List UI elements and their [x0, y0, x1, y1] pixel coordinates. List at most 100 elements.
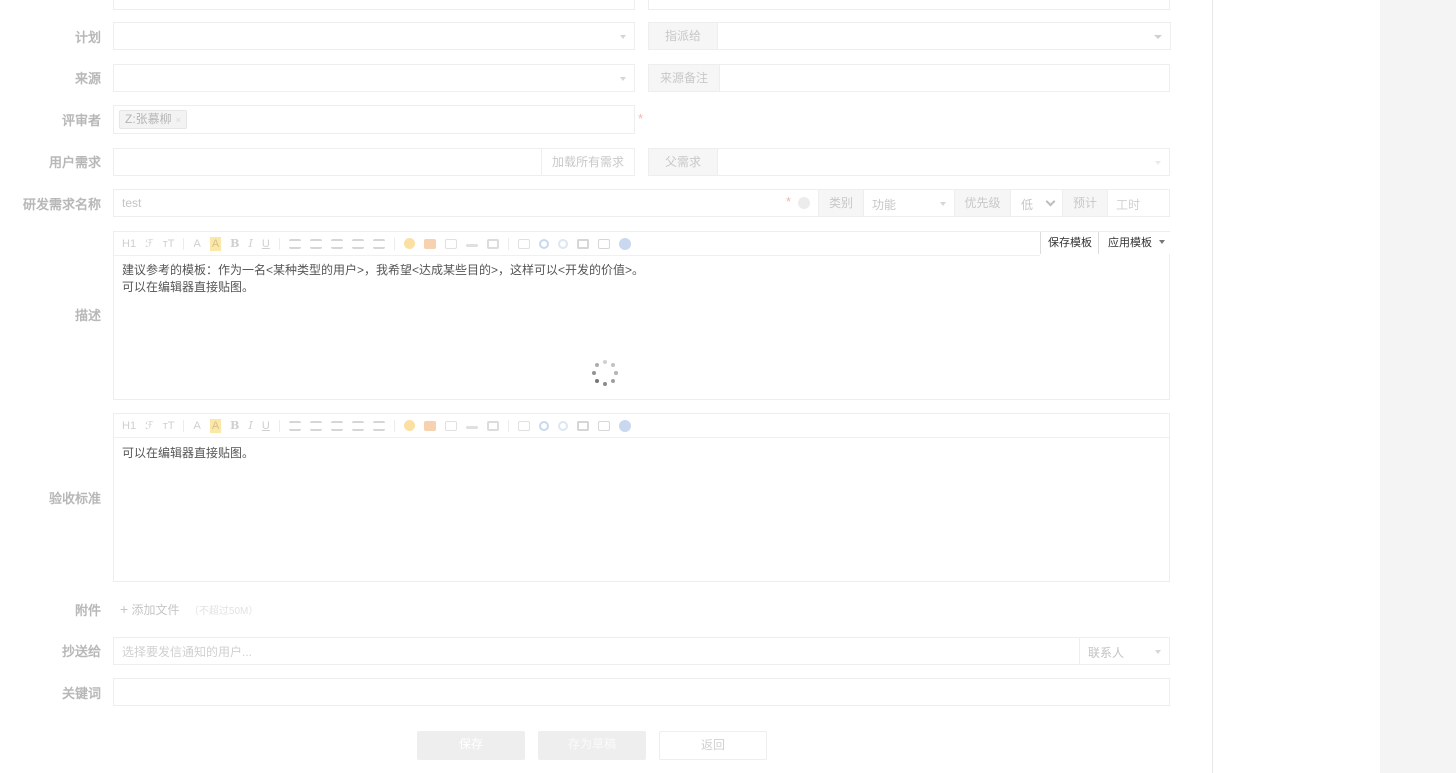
- font-family-button[interactable]: ℱ: [145, 232, 154, 256]
- italic-button[interactable]: I: [248, 414, 252, 438]
- cc-label: 抄送给: [61, 644, 101, 659]
- undo-icon[interactable]: [538, 238, 549, 249]
- description-editor[interactable]: [113, 231, 1170, 400]
- toolbar-divider: [183, 237, 185, 250]
- align-left-icon[interactable]: [288, 420, 301, 431]
- estimate-input[interactable]: 工时: [1107, 189, 1170, 217]
- redo-icon[interactable]: [557, 238, 568, 249]
- close-icon[interactable]: ×: [176, 115, 181, 125]
- table-icon[interactable]: [486, 238, 499, 249]
- spinner-dot: [595, 379, 599, 383]
- font-color-button[interactable]: A: [193, 414, 200, 438]
- template-icon[interactable]: [597, 238, 610, 249]
- top-clipped-field[interactable]: [113, 0, 635, 10]
- code-icon[interactable]: [444, 238, 457, 249]
- unordered-list-icon[interactable]: [372, 420, 385, 431]
- parent-story-select[interactable]: [717, 148, 1170, 176]
- emoji-icon[interactable]: [403, 238, 415, 249]
- assign-to-label: 指派给: [648, 22, 718, 50]
- back-button[interactable]: 返回: [659, 731, 767, 760]
- underline-button[interactable]: U: [262, 414, 270, 438]
- attachment-label: 附件: [74, 603, 101, 618]
- color-picker-icon[interactable]: [798, 197, 810, 209]
- template-icon[interactable]: [597, 420, 610, 431]
- toolbar-divider: [393, 237, 395, 250]
- help-icon[interactable]: [618, 237, 631, 250]
- description-line-2: 可以在编辑器直接贴图。: [122, 280, 255, 294]
- redo-icon[interactable]: [557, 420, 568, 431]
- ordered-list-icon[interactable]: [351, 420, 364, 431]
- ordered-list-icon[interactable]: [351, 238, 364, 249]
- acceptance-line-1: 可以在编辑器直接贴图。: [122, 446, 255, 460]
- undo-icon[interactable]: [538, 420, 549, 431]
- table-icon[interactable]: [486, 420, 499, 431]
- align-center-icon[interactable]: [309, 238, 322, 249]
- category-select[interactable]: 功能: [863, 189, 955, 217]
- plan-select[interactable]: [113, 22, 635, 50]
- eraser-icon[interactable]: [517, 238, 530, 249]
- align-right-icon[interactable]: [330, 238, 343, 249]
- caret-down-icon: [1155, 161, 1161, 165]
- emoji-icon[interactable]: [403, 420, 415, 431]
- parent-story-label: 父需求: [648, 148, 718, 176]
- font-size-button[interactable]: тT: [163, 232, 175, 256]
- code-icon[interactable]: [444, 420, 457, 431]
- apply-template-button[interactable]: 应用模板: [1102, 232, 1172, 254]
- save-template-button[interactable]: 保存模板: [1042, 232, 1098, 254]
- keywords-input[interactable]: [113, 678, 1170, 706]
- image-icon[interactable]: [423, 420, 436, 431]
- font-size-button[interactable]: тT: [163, 414, 175, 438]
- fullscreen-icon[interactable]: [576, 238, 589, 249]
- highlight-button[interactable]: A: [209, 418, 222, 433]
- underline-button[interactable]: U: [262, 232, 270, 256]
- save-draft-button[interactable]: 存为草稿: [538, 731, 646, 760]
- load-all-stories-button[interactable]: 加载所有需求: [541, 148, 635, 176]
- acceptance-label: 验收标准: [48, 491, 101, 506]
- align-center-icon[interactable]: [309, 420, 322, 431]
- cc-picker[interactable]: 选择要发信通知的用户...: [113, 637, 1080, 665]
- align-right-icon[interactable]: [330, 420, 343, 431]
- story-edit-form: 计划 指派给 来源 来源备注 评审者 Z:张慕柳 × * 用户需求 加载所有需求 …: [0, 0, 1212, 773]
- unordered-list-icon[interactable]: [372, 238, 385, 249]
- font-color-button[interactable]: A: [193, 232, 200, 256]
- save-button[interactable]: 保存: [417, 731, 525, 760]
- toolbar-divider: [278, 419, 280, 432]
- spinner-dot: [603, 360, 607, 364]
- align-left-icon[interactable]: [288, 238, 301, 249]
- user-story-select[interactable]: [113, 148, 542, 176]
- font-family-button[interactable]: ℱ: [145, 414, 154, 438]
- reviewer-tag-text: Z:张慕柳: [125, 112, 172, 126]
- spinner-dot: [592, 371, 596, 375]
- reviewer-tag[interactable]: Z:张慕柳 ×: [119, 110, 187, 129]
- fullscreen-icon[interactable]: [576, 420, 589, 431]
- story-name-value: test: [122, 196, 142, 210]
- toolbar-divider: [183, 419, 185, 432]
- highlight-button[interactable]: A: [209, 236, 222, 251]
- acceptance-editor[interactable]: [113, 413, 1170, 582]
- spinner-dot: [611, 379, 615, 383]
- source-note-label: 来源备注: [648, 64, 720, 92]
- heading-button[interactable]: H1: [122, 414, 136, 438]
- bold-button[interactable]: B: [230, 414, 239, 438]
- link-icon[interactable]: [465, 426, 478, 429]
- link-icon[interactable]: [465, 244, 478, 247]
- priority-label: 优先级: [954, 189, 1011, 217]
- story-name-input[interactable]: test *: [113, 189, 819, 217]
- eraser-icon[interactable]: [517, 420, 530, 431]
- top-clipped-field-right[interactable]: [648, 0, 1170, 10]
- image-icon[interactable]: [423, 238, 436, 249]
- plan-label: 计划: [74, 30, 101, 45]
- contacts-label: 联系人: [1088, 646, 1125, 660]
- contacts-select[interactable]: 联系人: [1079, 637, 1170, 665]
- priority-select[interactable]: 低: [1010, 189, 1063, 217]
- bold-button[interactable]: B: [230, 232, 239, 256]
- add-file-button[interactable]: + 添加文件 （不超过50M）: [120, 601, 258, 618]
- reviewer-picker[interactable]: [113, 105, 635, 134]
- assign-to-select[interactable]: [717, 22, 1171, 50]
- help-icon[interactable]: [618, 419, 631, 432]
- source-note-input[interactable]: [719, 64, 1170, 92]
- italic-button[interactable]: I: [248, 232, 252, 256]
- description-toolbar: H1 ℱ тT A A B I U: [114, 232, 1040, 256]
- source-select[interactable]: [113, 64, 635, 92]
- heading-button[interactable]: H1: [122, 232, 136, 256]
